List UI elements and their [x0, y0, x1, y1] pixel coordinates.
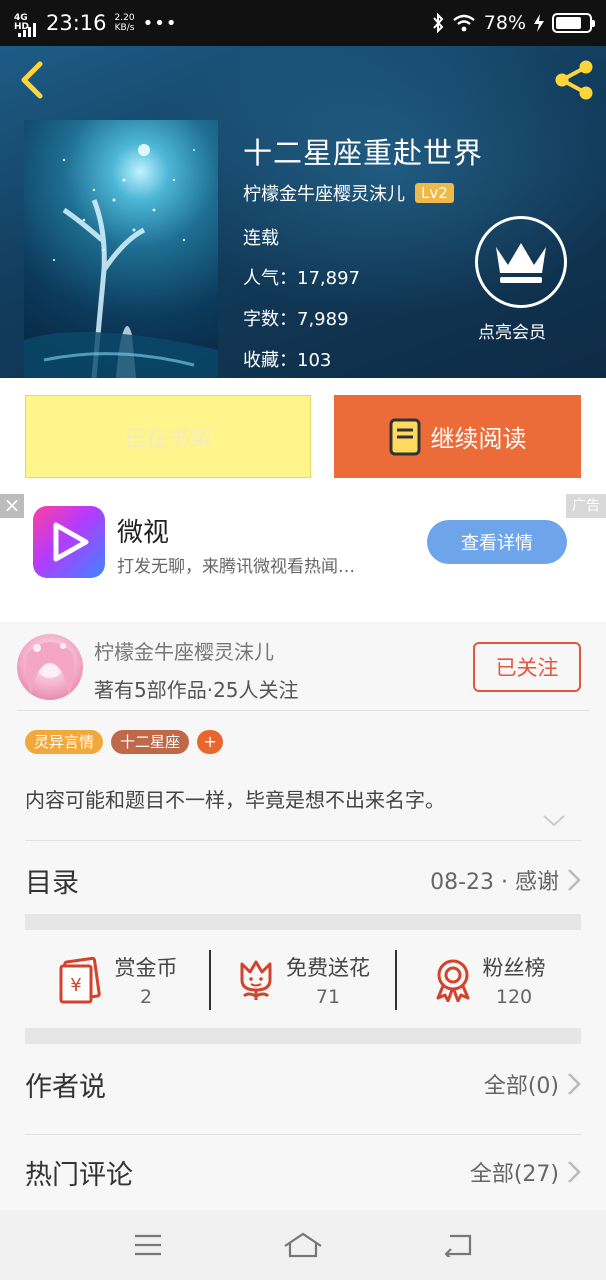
stats-bar: ¥ 赏金币 2 免费送花 71 粉丝榜 120	[25, 930, 581, 1030]
ad-banner[interactable]: × 广告 微视 打发无聊，来腾讯微视看热闻… 查看详情	[0, 494, 606, 622]
book-synopsis: 内容可能和题目不一样，毕竟是想不出来名字。	[25, 788, 445, 812]
fan-count: 120	[495, 986, 533, 1008]
latest-chapter: 08-23 · 感谢	[430, 870, 559, 895]
svg-text:¥: ¥	[70, 975, 81, 996]
popularity: 人气：17,897	[243, 268, 360, 289]
charging-icon	[534, 14, 544, 32]
book-details-section: 柠檬金牛座樱灵沫儿 著有5部作品·25人关注 已关注 灵异言情 十二星座 + 内…	[0, 624, 606, 1214]
chevron-right-icon	[568, 1161, 581, 1183]
clock: 23:16	[46, 11, 107, 35]
author-name[interactable]: 柠檬金牛座樱灵沫儿	[94, 636, 274, 665]
divider	[25, 1134, 581, 1135]
battery-fill	[556, 17, 581, 29]
catalog-row[interactable]: 目录 08-23 · 感谢	[25, 850, 581, 910]
ad-details-button[interactable]: 查看详情	[427, 520, 567, 564]
red-envelope-icon: ¥	[59, 956, 101, 1004]
author-says-row[interactable]: 作者说 全部(0)	[25, 1054, 581, 1114]
fan-ranking-button[interactable]: 粉丝榜 120	[397, 952, 581, 1008]
author-stats: 著有5部作品·25人关注	[94, 678, 299, 702]
serial-status: 连载	[243, 228, 279, 249]
on-shelf-button[interactable]: 已在书架	[25, 395, 311, 478]
weishi-logo-icon	[33, 506, 105, 578]
crown-icon	[496, 243, 546, 283]
flower-icon	[240, 960, 272, 1000]
system-navigation-bar	[0, 1210, 606, 1280]
word-count: 字数：7,989	[243, 309, 349, 330]
section-divider	[25, 914, 581, 930]
chevron-down-icon[interactable]	[542, 814, 566, 828]
ad-tag: 广告	[566, 494, 606, 518]
action-bar: 已在书架 继续阅读	[0, 378, 606, 494]
medal-icon	[436, 959, 469, 1002]
author-says-count: 全部(0)	[483, 1074, 559, 1099]
tag-list: 灵异言情 十二星座 +	[25, 730, 224, 754]
add-tag-button[interactable]: +	[197, 730, 224, 754]
continue-reading-button[interactable]: 继续阅读	[334, 395, 581, 478]
comments-count: 全部(27)	[469, 1162, 559, 1187]
divider	[17, 710, 589, 711]
battery-percent: 78%	[483, 12, 526, 34]
continue-reading-label: 继续阅读	[430, 425, 527, 453]
more-notifications-icon: •••	[142, 12, 178, 34]
book-cover-image	[24, 120, 218, 378]
ad-app-name: 微视	[117, 518, 170, 548]
reward-coins-count: 2	[139, 986, 153, 1008]
signal-icon	[18, 23, 36, 37]
send-flower-button[interactable]: 免费送花 71	[211, 952, 395, 1008]
status-bar: 4G HD 23:16 2.20 KB/s ••• 78%	[0, 0, 606, 46]
reward-coins-label: 赏金币	[114, 956, 178, 980]
author-level-badge: Lv2	[415, 183, 454, 203]
catalog-label: 目录	[25, 867, 79, 899]
book-header: 十二星座重赴世界 柠檬金牛座樱灵沫儿 Lv2 连载 人气：17,897 字数：7…	[0, 46, 606, 378]
share-icon[interactable]	[550, 58, 598, 102]
tag-item[interactable]: 十二星座	[111, 730, 190, 754]
fan-ranking-label: 粉丝榜	[482, 956, 546, 980]
back-arrow-icon[interactable]	[14, 60, 54, 100]
back-icon[interactable]	[438, 1230, 478, 1260]
ad-close-button[interactable]: ×	[0, 494, 24, 518]
chevron-right-icon	[568, 1073, 581, 1095]
tag-item[interactable]: 灵异言情	[25, 730, 104, 754]
hot-comments-row[interactable]: 热门评论 全部(27)	[25, 1142, 581, 1202]
vip-label[interactable]: 点亮会员	[478, 318, 546, 343]
reward-coins-button[interactable]: ¥ 赏金币 2	[25, 952, 209, 1008]
send-flower-label: 免费送花	[286, 956, 370, 980]
book-icon	[389, 418, 420, 455]
chevron-right-icon	[568, 869, 581, 891]
flower-count: 71	[315, 986, 341, 1008]
section-divider	[25, 1028, 581, 1044]
author-says-label: 作者说	[25, 1071, 106, 1103]
follow-button[interactable]: 已关注	[473, 642, 581, 692]
author-avatar[interactable]	[17, 634, 83, 700]
ad-description: 打发无聊，来腾讯微视看热闻…	[117, 557, 355, 577]
book-title: 十二星座重赴世界	[243, 136, 484, 170]
favorites-count: 收藏：103	[243, 350, 332, 371]
menu-icon[interactable]	[128, 1230, 168, 1260]
hot-comments-label: 热门评论	[25, 1159, 133, 1191]
network-speed: 2.20 KB/s	[114, 13, 135, 33]
vip-crown-button[interactable]	[475, 216, 567, 308]
divider	[25, 840, 581, 841]
home-icon[interactable]	[283, 1230, 323, 1260]
book-author[interactable]: 柠檬金牛座樱灵沫儿	[243, 180, 405, 206]
wifi-icon	[453, 14, 475, 32]
battery-icon	[552, 13, 595, 33]
bluetooth-icon	[433, 13, 444, 33]
